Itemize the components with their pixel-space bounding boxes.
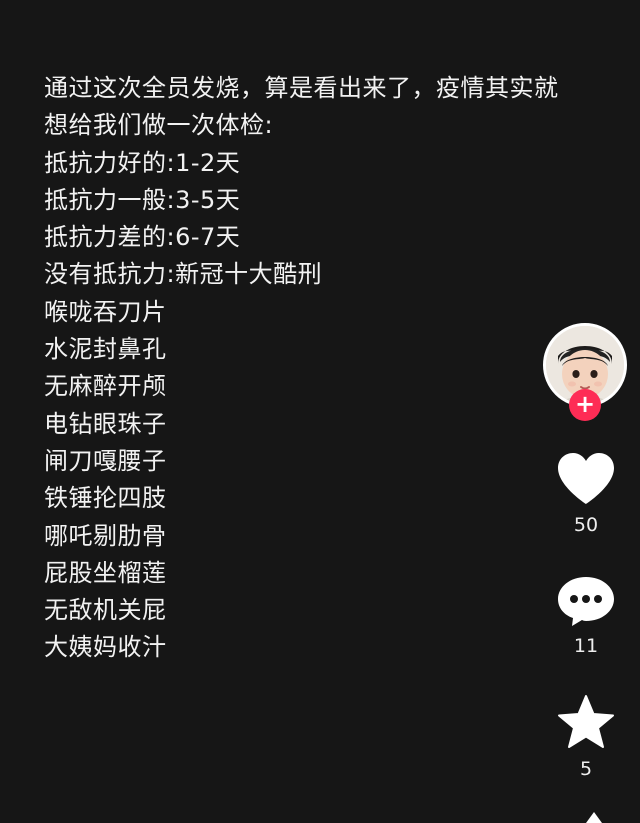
post-line: 通过这次全员发烧，算是看出来了，疫情其实就想给我们做一次体检: [44, 74, 559, 140]
post-text: 通过这次全员发烧，算是看出来了，疫情其实就想给我们做一次体检: 抵抗力好的:1-… [44, 70, 574, 667]
post-line: 铁锤抡四肢 [44, 484, 167, 513]
post-line: 大姨妈收汁 [44, 633, 167, 662]
post-line: 水泥封鼻孔 [44, 335, 167, 364]
post-line: 抵抗力一般:3-5天 [44, 185, 241, 214]
post-line: 无敌机关屁 [44, 596, 167, 625]
star-icon[interactable] [557, 694, 615, 750]
share-button[interactable] [580, 808, 608, 823]
post-line: 屁股坐榴莲 [44, 558, 167, 587]
favorite-count: 5 [579, 758, 593, 780]
post-line: 电钻眼珠子 [44, 409, 167, 438]
comment-bubble-icon[interactable] [556, 575, 616, 627]
favorite-button[interactable]: 5 [551, 694, 621, 780]
follow-button[interactable]: + [569, 389, 601, 421]
post-line: 没有抵抗力:新冠十大酷刑 [44, 260, 323, 289]
post-line: 抵抗力好的:1-2天 [44, 148, 241, 177]
like-button[interactable]: 50 [551, 452, 621, 536]
post-line: 抵抗力差的:6-7天 [44, 223, 241, 252]
comment-count: 11 [573, 635, 599, 657]
post-line: 喉咙吞刀片 [44, 297, 167, 326]
like-count: 50 [573, 514, 599, 536]
video-screen: 通过这次全员发烧，算是看出来了，疫情其实就想给我们做一次体检: 抵抗力好的:1-… [0, 0, 640, 823]
heart-icon[interactable] [556, 452, 616, 506]
post-line: 无麻醉开颅 [44, 372, 167, 401]
comment-button[interactable]: 11 [551, 575, 621, 657]
post-line: 哪吒剔肋骨 [44, 521, 167, 550]
post-line: 闸刀嘎腰子 [44, 446, 167, 475]
plus-icon: + [574, 390, 596, 418]
share-arrow-icon[interactable] [580, 808, 608, 823]
author-avatar-group[interactable]: + [543, 323, 627, 421]
